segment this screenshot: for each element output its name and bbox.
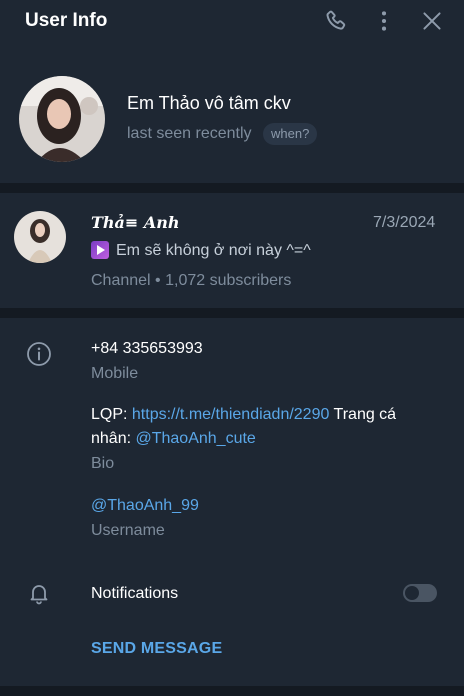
- section-divider: [0, 308, 464, 318]
- phone-label: Mobile: [91, 365, 139, 382]
- bio-mention-link[interactable]: @ThaoAnh_cute: [135, 430, 255, 447]
- video-thumbnail-icon: [91, 241, 109, 259]
- bio-prefix-2: nhân:: [91, 430, 136, 447]
- username-label: Username: [91, 522, 165, 539]
- close-icon[interactable]: [419, 8, 445, 34]
- bio-text: Trang cá: [329, 406, 397, 423]
- phone-icon[interactable]: [323, 8, 349, 34]
- username-link[interactable]: @ThaoAnh_99: [91, 497, 199, 515]
- last-seen-status: last seen recently: [127, 125, 252, 142]
- window-title: User Info: [25, 10, 108, 31]
- info-icon: [26, 341, 52, 367]
- channel-name: 𝑻𝒉ả≡ 𝑨𝒏𝒉: [91, 213, 180, 232]
- channel-date: 7/3/2024: [373, 214, 436, 231]
- channel-avatar[interactable]: [14, 211, 66, 263]
- phone-number[interactable]: +84 335653993: [91, 340, 203, 358]
- section-divider: [0, 686, 464, 696]
- header-bar: User Info: [0, 0, 464, 42]
- avatar[interactable]: [19, 76, 105, 162]
- notifications-toggle[interactable]: [403, 584, 437, 602]
- channel-last-message: Em sẽ không ở nơi này ^=^: [116, 242, 311, 259]
- section-divider: [0, 183, 464, 193]
- send-message-button[interactable]: SEND MESSAGE: [91, 640, 222, 658]
- profile-name: Em Thảo vô tâm ckv: [127, 93, 291, 113]
- bio-prefix: LQP:: [91, 406, 132, 423]
- bio-label: Bio: [91, 455, 115, 472]
- when-button[interactable]: when?: [263, 123, 318, 145]
- bio-line-2: nhân: @ThaoAnh_cute: [91, 430, 256, 448]
- more-vertical-icon[interactable]: [371, 8, 397, 34]
- bio-link[interactable]: https://t.me/thiendiadn/2290: [132, 406, 329, 423]
- toggle-knob: [405, 586, 419, 600]
- bell-icon: [26, 580, 52, 606]
- notifications-label: Notifications: [91, 585, 179, 602]
- channel-subscribers: Channel • 1,072 subscribers: [91, 272, 292, 289]
- bio-line-1: LQP: https://t.me/thiendiadn/2290 Trang …: [91, 406, 396, 424]
